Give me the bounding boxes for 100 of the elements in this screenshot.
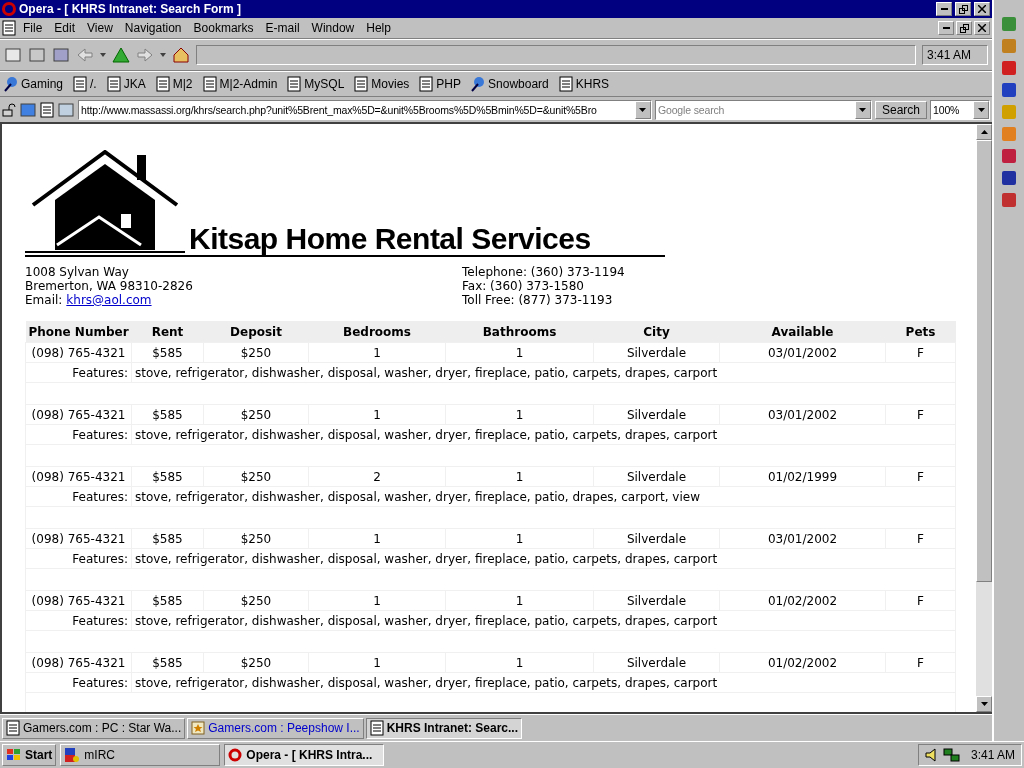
opera-icon — [228, 748, 243, 762]
bookmark-link[interactable]: KHRS — [558, 76, 610, 92]
scroll-down-icon[interactable] — [980, 702, 988, 706]
minimize-button[interactable] — [938, 21, 954, 35]
page-tab[interactable]: Gamers.com : PC : Star Wa... — [2, 717, 186, 739]
search-field[interactable]: Google search — [654, 99, 872, 120]
reload-icon[interactable] — [112, 47, 130, 63]
scrollbar[interactable] — [976, 124, 992, 712]
table-cell: $585 — [131, 528, 204, 549]
table-cell: 1 — [445, 590, 594, 611]
bookmark-link[interactable]: M|2-Admin — [202, 76, 278, 92]
start-button[interactable]: Start — [2, 744, 57, 766]
table-cell: $250 — [203, 466, 309, 487]
features-label: Features: — [25, 548, 132, 569]
menu-item[interactable]: View — [82, 21, 118, 35]
minimize-button[interactable] — [936, 2, 952, 16]
bookmark-link[interactable]: /. — [73, 76, 97, 92]
menu-item[interactable]: Help — [361, 21, 396, 35]
document-icon — [558, 76, 573, 92]
close-button[interactable] — [974, 2, 990, 16]
bookmark-link[interactable]: PHP — [419, 76, 462, 92]
table-cell: 2 — [308, 466, 446, 487]
restore-button[interactable] — [956, 21, 972, 35]
features-label: Features: — [25, 672, 132, 693]
menu-item[interactable]: Edit — [49, 21, 81, 35]
bookmark-link[interactable]: Gaming — [4, 76, 64, 92]
address-field[interactable]: http://www.massassi.org/khrs/search.php?unit%5Brent_max%5D=&unit%5Brooms%5D%5Bmin%5D=&unit%5Bro — [78, 99, 652, 120]
padlock-icon[interactable] — [2, 102, 16, 117]
search-button[interactable]: Search — [874, 100, 927, 119]
bookmark-link[interactable]: Snowboard — [471, 76, 549, 92]
menu-item[interactable]: Navigation — [119, 21, 187, 35]
menu-item[interactable]: Window — [306, 21, 360, 35]
taskbar-button[interactable]: mIRC — [60, 744, 221, 766]
table-cell: 01/02/2002 — [719, 652, 886, 673]
table-cell: 1 — [308, 528, 446, 549]
network-icon[interactable] — [942, 747, 961, 763]
bookmark-link[interactable]: MySQL — [287, 76, 345, 92]
table-cell: F — [885, 590, 956, 611]
table-cell: $250 — [203, 342, 309, 363]
table-cell: 1 — [308, 342, 446, 363]
restore-icon — [958, 4, 968, 14]
contact-line: Fax: (360) 373-1580 — [462, 279, 585, 293]
window-icon[interactable] — [19, 101, 37, 118]
table-cell: $585 — [131, 590, 204, 611]
page-tab[interactable]: KHRS Intranet: Searc... — [365, 717, 522, 739]
dropdown-arrow-icon[interactable] — [859, 107, 867, 112]
table-cell: $250 — [203, 652, 309, 673]
scroll-up-icon[interactable] — [980, 130, 988, 134]
table-cell: $250 — [203, 404, 309, 425]
features-cell: stove, refrigerator, dishwasher, disposal, washer, dryer, fireplace, patio, carpets, drapes, carport — [131, 672, 956, 693]
table-cell: $585 — [131, 652, 204, 673]
page-tab[interactable]: Gamers.com : Peepshow I... — [187, 717, 364, 739]
features-cell: stove, refrigerator, dishwasher, disposal, washer, dryer, fireplace, patio, drapes, carport, view — [131, 486, 956, 507]
home-icon[interactable] — [172, 47, 190, 63]
company-name: Kitsap Home Rental Services — [189, 224, 591, 254]
email-link[interactable]: khrs@aol.com — [66, 293, 152, 307]
column-header: Deposit — [203, 321, 309, 343]
table-cell: Silverdale — [593, 590, 720, 611]
column-header: City — [593, 321, 720, 343]
close-button[interactable] — [974, 21, 990, 35]
table-cell: (098) 765-4321 — [25, 342, 132, 363]
dropdown-arrow-icon[interactable] — [639, 107, 647, 112]
caret-icon[interactable] — [160, 53, 166, 57]
menu-item[interactable]: E-mail — [260, 21, 305, 35]
document-icon — [202, 76, 217, 92]
dropdown-arrow-icon[interactable] — [977, 107, 985, 112]
taskbar-button[interactable]: Opera - [ KHRS Intra... — [224, 744, 385, 766]
table-cell: 1 — [445, 466, 594, 487]
address-line: 1008 Sylvan Way — [25, 265, 130, 279]
table-cell: F — [885, 466, 956, 487]
minimize-icon — [942, 27, 950, 29]
features-cell: stove, refrigerator, dishwasher, disposal, washer, dryer, fireplace, patio, carpets, drapes, carport — [131, 362, 956, 383]
table-cell: F — [885, 342, 956, 363]
table-cell: Silverdale — [593, 528, 720, 549]
opera-icon — [2, 2, 16, 16]
document-icon — [369, 720, 384, 736]
caret-icon[interactable] — [100, 53, 106, 57]
column-header: Bedrooms — [308, 321, 446, 343]
table-cell: (098) 765-4321 — [25, 528, 132, 549]
menu-item[interactable]: Bookmarks — [188, 21, 259, 35]
column-header: Phone Number — [25, 321, 132, 343]
table-cell: 01/02/1999 — [719, 466, 886, 487]
table-cell: 1 — [445, 652, 594, 673]
features-label: Features: — [25, 424, 132, 445]
table-cell: (098) 765-4321 — [25, 590, 132, 611]
zoom-field[interactable]: 100% — [930, 99, 990, 120]
bookmark-link[interactable]: Movies — [354, 76, 410, 92]
table-cell: F — [885, 652, 956, 673]
features-cell: stove, refrigerator, dishwasher, disposal, washer, dryer, fireplace, patio, carpets, drapes, carport — [131, 548, 956, 569]
minimize-icon — [940, 8, 948, 10]
restore-button[interactable] — [955, 2, 971, 16]
table-cell: 01/02/2002 — [719, 590, 886, 611]
contact-line: Toll Free: (877) 373-1193 — [462, 293, 614, 307]
bookmark-link[interactable]: JKA — [106, 76, 146, 92]
document-icon — [6, 720, 20, 736]
speaker-icon[interactable] — [924, 747, 939, 763]
table-cell: $250 — [203, 528, 309, 549]
document-icon — [73, 76, 88, 92]
menu-item[interactable]: File — [18, 21, 48, 35]
bookmark-link[interactable]: M|2 — [155, 76, 193, 92]
